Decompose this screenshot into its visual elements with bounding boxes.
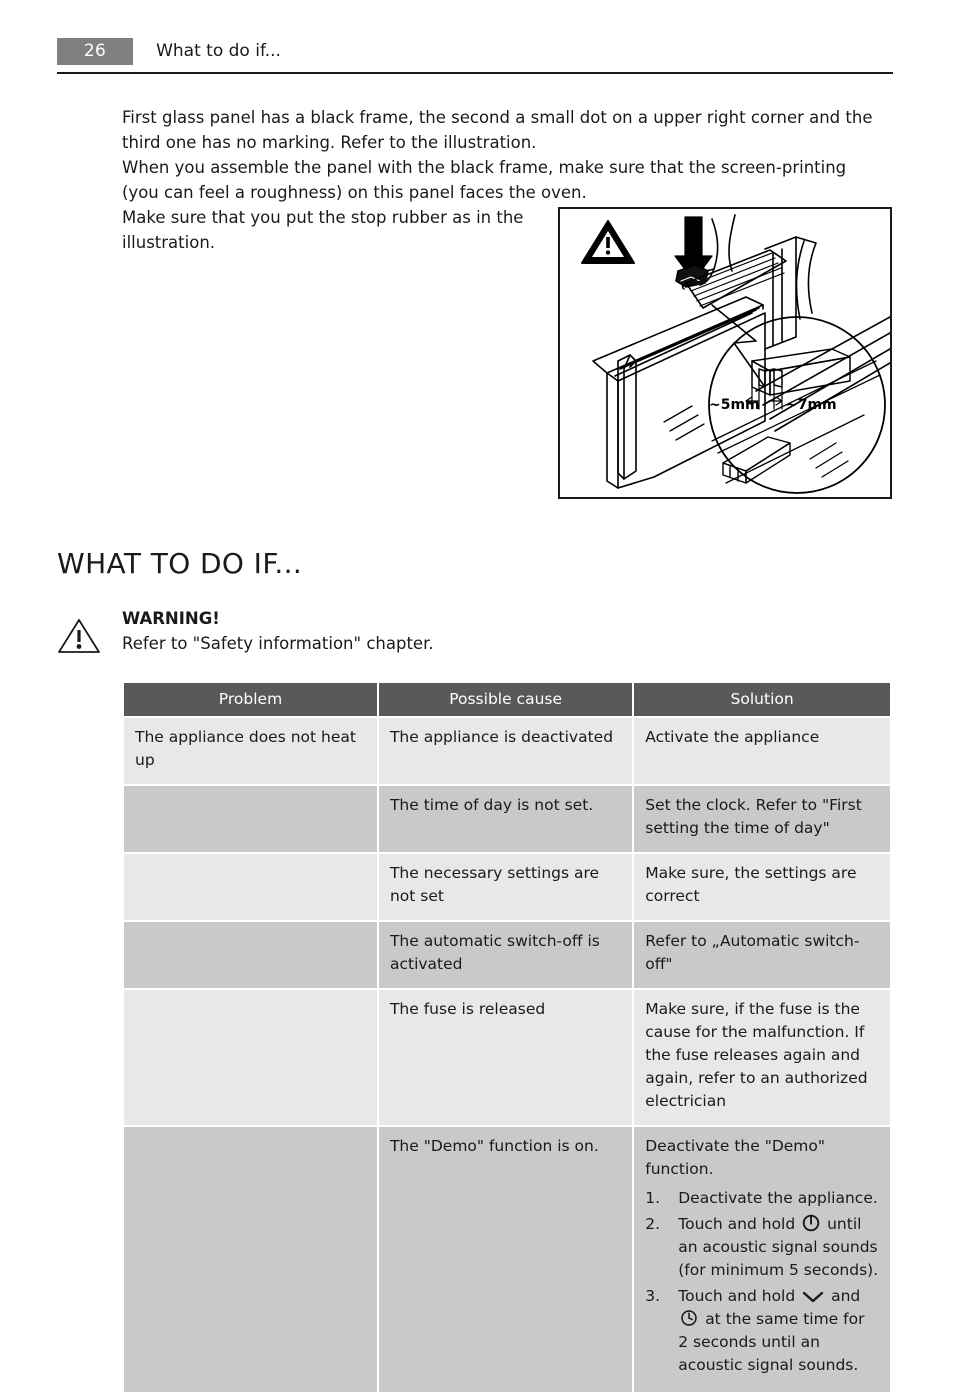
step-text: Deactivate the appliance. [678,1189,878,1207]
cell-problem [124,990,377,1125]
step-text: Touch and hold until an acoustic signal … [678,1213,879,1282]
cell-problem [124,786,377,852]
step-number: 3. [645,1287,661,1305]
step-text-before: Touch and hold [678,1287,796,1305]
cell-cause: The automatic switch-off is activated [378,922,633,988]
warning-triangle-icon [58,619,100,653]
oven-door-glass-panel-diagram: ~5mm ~7mm [581,214,890,494]
warning-body: Refer to "Safety information" chapter. [122,634,434,653]
step-number: 1. [645,1189,661,1207]
step-text: Touch and hold and at the same time for … [678,1285,879,1377]
cell-cause: The necessary settings are not set [378,854,633,920]
cell-solution: Make sure, if the fuse is the cause for … [634,990,890,1125]
step-item: 2. Touch and hold until an acoustic sign… [645,1213,879,1282]
warning-triangle-icon [581,220,635,264]
cell-solution-demo: Deactivate the "Demo" function. 1. Deact… [634,1127,890,1392]
table-row: The necessary settings are not set Make … [124,854,890,920]
step-text-before: Touch and hold [678,1215,796,1233]
header-divider [57,72,893,74]
intro-text-block: First glass panel has a black frame, the… [122,105,882,205]
table-row: The automatic switch-off is activated Re… [124,922,890,988]
solution-intro: Deactivate the "Demo" function. [645,1137,826,1178]
cell-solution: Refer to „Automatic switch-off" [634,922,890,988]
chevron-down-icon [802,1291,824,1303]
warning-title: WARNING! [122,609,220,628]
cell-solution: Set the clock. Refer to "First setting t… [634,786,890,852]
solution-steps: 1. Deactivate the appliance. 2. Touch an… [645,1187,879,1377]
warning-block: WARNING! Refer to "Safety information" c… [57,607,757,656]
power-icon [802,1214,820,1232]
table-row: The appliance does not heat up The appli… [124,718,890,784]
header-title: What to do if... [156,41,281,61]
cell-solution: Activate the appliance [634,718,890,784]
cell-solution: Make sure, the settings are correct [634,854,890,920]
cell-problem [124,922,377,988]
stop-rubber-illustration: ~5mm ~7mm [558,207,892,499]
step-item: 3. Touch and hold and at the same time f… [645,1285,879,1377]
step-number: 2. [645,1215,661,1233]
page-header: 26 What to do if... [57,38,893,72]
table-row: The time of day is not set. Set the cloc… [124,786,890,852]
table-row: The "Demo" function is on. Deactivate th… [124,1127,890,1392]
table-header-row: Problem Possible cause Solution [124,683,890,716]
cell-problem [124,1127,377,1392]
step-text-middle: and [831,1287,861,1305]
intro-paragraph-1: First glass panel has a black frame, the… [122,108,873,152]
column-header-problem: Problem [124,683,377,716]
dimension-label-left: ~5mm [709,397,760,413]
dimension-label-right: ~7mm [786,397,837,413]
step-text-after: at the same time for 2 seconds until an … [678,1310,865,1374]
cell-cause: The time of day is not set. [378,786,633,852]
table-row: The fuse is released Make sure, if the f… [124,990,890,1125]
cell-cause: The fuse is released [378,990,633,1125]
troubleshooting-table: Problem Possible cause Solution The appl… [122,681,892,1394]
section-heading: WHAT TO DO IF... [57,547,303,580]
cell-cause: The "Demo" function is on. [378,1127,633,1392]
intro-paragraph-3: Make sure that you put the stop rubber a… [122,208,524,252]
cell-cause: The appliance is deactivated [378,718,633,784]
cell-problem [124,854,377,920]
step-item: 1. Deactivate the appliance. [645,1187,879,1210]
clock-icon [681,1310,697,1326]
column-header-cause: Possible cause [378,683,633,716]
page-number-badge: 26 [57,38,133,65]
column-header-solution: Solution [634,683,890,716]
cell-problem: The appliance does not heat up [124,718,377,784]
intro-paragraph-2: When you assemble the panel with the bla… [122,158,847,202]
